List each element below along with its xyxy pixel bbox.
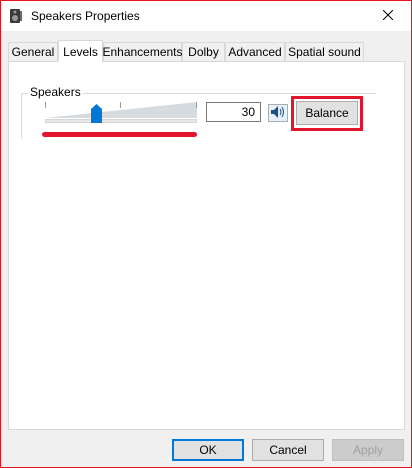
speaker-icon bbox=[271, 105, 285, 121]
title-bar[interactable]: Speakers Properties bbox=[1, 1, 411, 31]
apply-button[interactable]: Apply bbox=[332, 439, 404, 461]
slider-tick bbox=[45, 102, 46, 108]
volume-value-field[interactable]: 30 bbox=[206, 102, 261, 122]
mute-button[interactable] bbox=[268, 104, 288, 122]
speakers-properties-window: Speakers Properties General Levels Enhan… bbox=[0, 0, 412, 468]
close-button[interactable] bbox=[365, 1, 411, 31]
tab-enhancements[interactable]: Enhancements bbox=[102, 42, 183, 61]
levels-panel: Speakers 30 Balance bbox=[8, 61, 405, 430]
slider-track bbox=[45, 119, 197, 123]
volume-slider[interactable] bbox=[45, 102, 197, 134]
tab-levels[interactable]: Levels bbox=[58, 40, 103, 62]
tab-advanced[interactable]: Advanced bbox=[225, 42, 285, 61]
balance-button[interactable]: Balance bbox=[296, 101, 358, 125]
speakers-group-label: Speakers bbox=[28, 85, 83, 99]
speaker-device-icon bbox=[9, 8, 23, 24]
cancel-button[interactable]: Cancel bbox=[252, 439, 324, 461]
slider-ramp bbox=[45, 102, 197, 118]
tab-dolby[interactable]: Dolby bbox=[182, 42, 225, 61]
slider-tick bbox=[120, 102, 121, 108]
window-title: Speakers Properties bbox=[31, 9, 140, 23]
slider-thumb[interactable] bbox=[91, 104, 102, 123]
ok-button[interactable]: OK bbox=[172, 439, 244, 461]
close-icon bbox=[382, 9, 394, 23]
tab-general[interactable]: General bbox=[8, 42, 58, 61]
slider-tick bbox=[196, 102, 197, 108]
tab-spatial-sound[interactable]: Spatial sound bbox=[285, 42, 364, 61]
slider-underline-annotation bbox=[42, 132, 197, 137]
